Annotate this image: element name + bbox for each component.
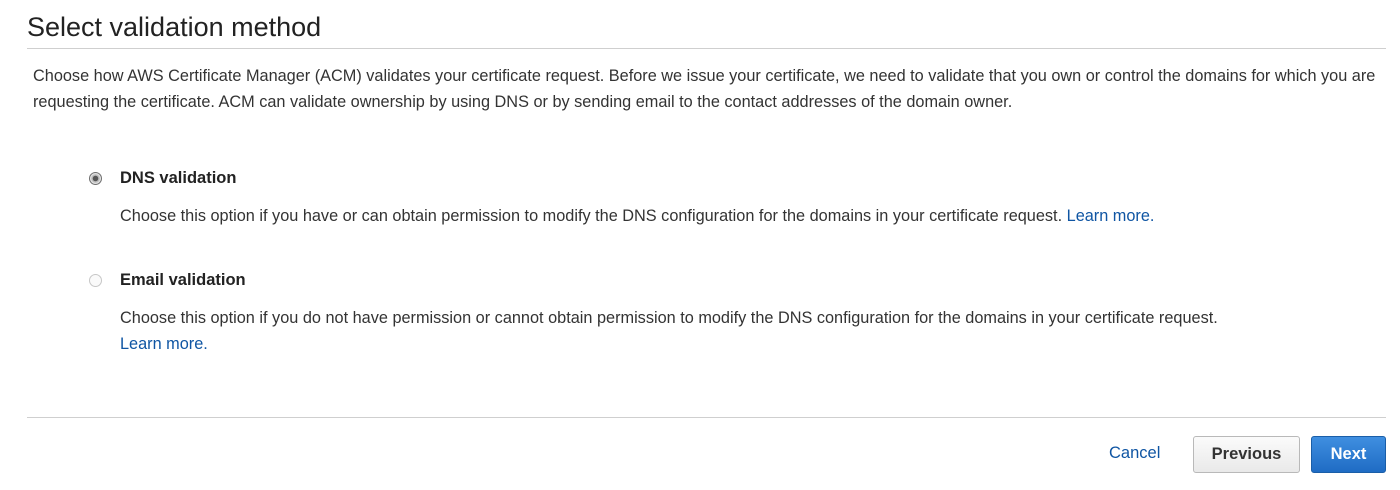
dns-validation-label[interactable]: DNS validation <box>120 168 236 188</box>
next-button[interactable]: Next <box>1311 436 1386 473</box>
email-validation-label[interactable]: Email validation <box>120 270 246 290</box>
validation-method-page: Select validation method Choose how AWS … <box>0 0 1400 490</box>
email-validation-description: Choose this option if you do not have pe… <box>120 305 1250 357</box>
dns-learn-more-link[interactable]: Learn more. <box>1067 207 1155 225</box>
previous-button[interactable]: Previous <box>1193 436 1300 473</box>
cancel-button[interactable]: Cancel <box>1109 443 1160 463</box>
dns-validation-description: Choose this option if you have or can ob… <box>120 203 1320 229</box>
email-validation-description-text: Choose this option if you do not have pe… <box>120 309 1218 327</box>
email-learn-more-link[interactable]: Learn more. <box>120 335 208 353</box>
dns-validation-radio[interactable] <box>89 172 102 185</box>
title-divider <box>27 48 1386 49</box>
page-title: Select validation method <box>27 12 322 42</box>
dns-validation-description-text: Choose this option if you have or can ob… <box>120 207 1063 225</box>
footer-divider <box>27 417 1386 418</box>
intro-text: Choose how AWS Certificate Manager (ACM)… <box>33 67 1376 111</box>
email-validation-radio[interactable] <box>89 274 102 287</box>
